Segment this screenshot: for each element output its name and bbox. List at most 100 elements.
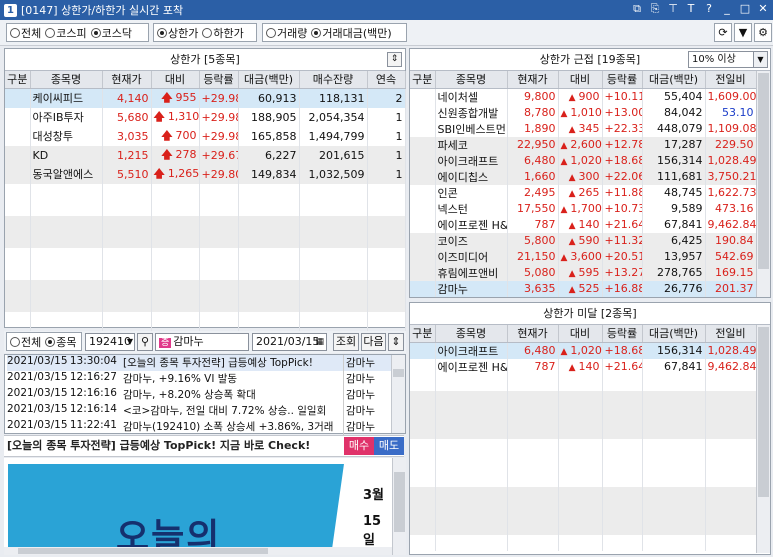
ad-scrollbar[interactable]	[392, 458, 406, 555]
maximize-icon[interactable]: □	[739, 2, 751, 16]
column-header[interactable]: 현재가	[507, 71, 559, 89]
table-row[interactable]: 코이즈 5,800 ▲ 590 +11.32 6,425 190.84	[410, 232, 757, 249]
radio-rg-market-1[interactable]: 코스피	[45, 25, 87, 41]
column-header[interactable]: 등락률	[602, 71, 643, 89]
search-icon[interactable]: ⚲	[137, 333, 153, 351]
column-header[interactable]: 구분	[410, 71, 436, 89]
pin-icon[interactable]: ⊤	[667, 2, 679, 16]
dropdown-button[interactable]: ▼	[734, 23, 752, 42]
below-limit-scrollbar[interactable]	[756, 325, 770, 553]
radio-rg-market-2[interactable]: 코스닥	[90, 25, 132, 41]
settings-button[interactable]: ⚙	[754, 23, 772, 42]
column-header[interactable]: 종목명	[30, 71, 103, 89]
column-header[interactable]: 종목명	[435, 325, 508, 343]
news-item[interactable]: 2021/03/15 12:16:16 감마누, +8.20% 상승폭 확대 감마누	[7, 387, 403, 403]
calendar-icon[interactable]: ▦	[315, 334, 324, 350]
refresh-button[interactable]: ⟳	[714, 23, 732, 42]
column-header[interactable]: 등락률	[602, 325, 643, 343]
column-header[interactable]: 구분	[410, 325, 436, 343]
table-row[interactable]: 케이씨피드4,140🡅955+29.9860,913118,1312	[5, 88, 406, 108]
minimize-icon[interactable]: _	[721, 2, 733, 16]
table-row[interactable]: 인콘 2,495 ▲ 265 +11.88 48,745 1,622.73	[410, 184, 757, 201]
column-header[interactable]: 현재가	[507, 325, 559, 343]
column-header[interactable]: 구분	[5, 71, 31, 89]
close-icon[interactable]: ✕	[757, 2, 769, 16]
empty-cell	[199, 215, 239, 232]
empty-cell	[558, 534, 603, 551]
rate-cell: +20.51	[602, 248, 643, 265]
near-limit-scrollbar[interactable]	[756, 71, 770, 297]
next-button[interactable]: 다음	[361, 333, 386, 351]
radio-rg-limit-0[interactable]: 상한가	[157, 25, 198, 41]
column-header[interactable]: 연속	[367, 71, 406, 89]
copy-icon[interactable]: ⎘	[649, 2, 661, 16]
column-header[interactable]: 대금(백만)	[642, 325, 706, 343]
radio-rg-limit-1[interactable]: 하한가	[202, 25, 244, 41]
stock-name-field[interactable]: 증 감마누	[155, 333, 249, 351]
table-row[interactable]: 파세코 22,950 ▲ 2,600 +12.78 17,287 229.50	[410, 136, 757, 153]
prev-ratio-cell: 473.16	[705, 200, 757, 217]
table-row[interactable]: 에이프로젠 H& 787 ▲ 140 +21.64 67,841 9,462.84	[410, 358, 757, 375]
table-row[interactable]: 휴림에프앤비 5,080 ▲ 595 +13.27 278,765 169.15	[410, 264, 757, 281]
column-header[interactable]: 현재가	[102, 71, 152, 89]
column-header[interactable]: 대비	[558, 71, 603, 89]
help-icon[interactable]: ?	[703, 2, 715, 16]
rate-cell: +21.64	[602, 358, 643, 375]
empty-cell	[410, 518, 436, 535]
empty-cell	[367, 199, 406, 216]
column-header[interactable]: 등락률	[199, 71, 239, 89]
column-header[interactable]: 전일비	[705, 71, 757, 89]
link-icon[interactable]: ⧉	[631, 2, 643, 16]
news-item[interactable]: 2021/03/15 13:30:04 [오늘의 종목 투자전략] 급등예상 Top…	[7, 355, 403, 371]
table-row[interactable]: 네이처셀 9,800 ▲ 900 +10.11 55,404 1,609.00	[410, 88, 757, 105]
sell-button[interactable]: 매도	[374, 437, 404, 455]
table-row[interactable]: 아이크래프트 6,480 ▲ 1,020 +18.68 156,314 1,028.49	[410, 152, 757, 169]
search-button[interactable]: 조회	[333, 333, 359, 351]
table-row[interactable]: 감마누 3,635 ▲ 525 +16.88 26,776 201.37	[410, 280, 757, 297]
bid-cell: 2,054,354	[299, 107, 368, 127]
column-header[interactable]: 전일비	[705, 325, 757, 343]
column-header[interactable]: 대금(백만)	[238, 71, 300, 89]
radio-rg-volume-1[interactable]: 거래대금(백만)	[311, 25, 392, 41]
table-row[interactable]: 아주IB투자5,680🡅1,310+29.98188,9052,054,3541	[5, 107, 406, 127]
stock-code-input[interactable]: 192410 ▼	[85, 333, 135, 351]
table-row[interactable]: 동국알앤에스5,510🡅1,265+29.80149,8341,032,5091	[5, 164, 406, 184]
column-header[interactable]: 대비	[151, 71, 200, 89]
sort-button[interactable]: ⇕	[388, 333, 404, 351]
table-row[interactable]: SBI인베스트먼 1,890 ▲ 345 +22.33 448,079 1,109.08	[410, 120, 757, 137]
column-header[interactable]: 대금(백만)	[642, 71, 706, 89]
rate-filter-select[interactable]: 10% 이상 ▼	[688, 51, 768, 68]
table-row[interactable]: KD1,215🡅278+29.676,227201,6151	[5, 145, 406, 165]
column-header[interactable]: 종목명	[435, 71, 508, 89]
prev-ratio-cell: 229.50	[705, 136, 757, 153]
sort-button[interactable]: ⇕	[387, 52, 402, 67]
empty-row	[5, 279, 406, 296]
table-row[interactable]: 대성창투3,035🡅700+29.98165,8581,494,7991	[5, 126, 406, 146]
table-row[interactable]: 에이프로젠 H& 787 ▲ 140 +21.64 67,841 9,462.84	[410, 216, 757, 233]
column-header[interactable]: 매수잔량	[299, 71, 368, 89]
table-row[interactable]: 이즈미디어 21,150 ▲ 3,600 +20.51 13,957 542.69	[410, 248, 757, 265]
rate-cell: +13.00	[602, 104, 643, 121]
radio-rg-market-0[interactable]: 전체	[10, 25, 41, 41]
ad-banner[interactable]: 오늘의 3월 15일	[4, 458, 406, 555]
upper-limit-title: 상한가 [5종목] ⇕	[5, 49, 405, 71]
news-item[interactable]: 2021/03/15 11:22:41 감마누(192410) 소폭 상승세 +3.…	[7, 419, 403, 435]
news-list-panel: 2021/03/15 13:30:04 [오늘의 종목 투자전략] 급등예상 Top…	[4, 354, 406, 435]
diff-cell: ▲ 590	[558, 232, 603, 249]
news-item[interactable]: 2021/03/15 12:16:14 <코>감마누, 전일 대비 7.72% 상승…	[7, 403, 403, 419]
radio-rg-scope-1[interactable]: 종목	[45, 334, 77, 350]
buy-button[interactable]: 매수	[344, 437, 374, 455]
news-scrollbar[interactable]	[391, 355, 405, 433]
table-row[interactable]: 신원종합개발 8,780 ▲ 1,010 +13.00 84,042 53.10	[410, 104, 757, 121]
table-row[interactable]: 아이크래프트 6,480 ▲ 1,020 +18.68 156,314 1,028.49	[410, 342, 757, 359]
table-row[interactable]: 에이디칩스 1,660 ▲ 300 +22.06 111,681 3,750.21	[410, 168, 757, 185]
column-header[interactable]: 대비	[558, 325, 603, 343]
news-item[interactable]: 2021/03/15 12:16:27 감마누, +9.16% VI 발동 감마누	[7, 371, 403, 387]
date-input[interactable]: 2021/03/15 ▦	[252, 333, 327, 351]
font-icon[interactable]: T	[685, 2, 697, 16]
radio-label: 전체	[21, 335, 42, 349]
radio-rg-scope-0[interactable]: 전체	[10, 334, 41, 350]
radio-rg-volume-0[interactable]: 거래량	[266, 25, 307, 41]
ad-hscrollbar[interactable]	[4, 547, 392, 555]
table-row[interactable]: 넥스턴 17,550 ▲ 1,700 +10.73 9,589 473.16	[410, 200, 757, 217]
